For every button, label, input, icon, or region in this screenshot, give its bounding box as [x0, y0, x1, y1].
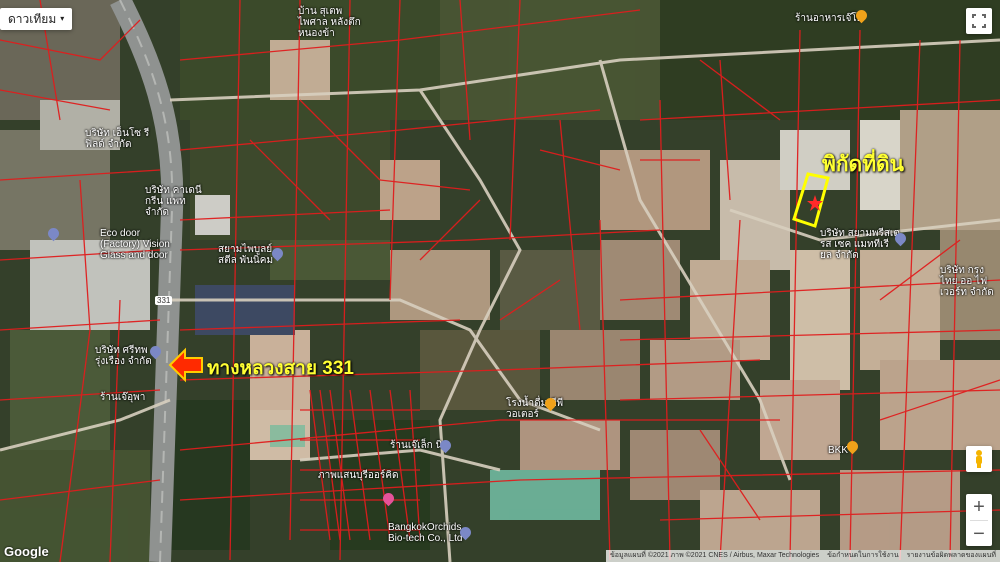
poi-krungthai[interactable]: บริษัท กรุงไทย ออ ไฟเวอร์ท จำกัด	[940, 265, 1000, 298]
poi-restaurant-jo[interactable]: ร้านอาหารเจ๊โอ	[795, 13, 863, 24]
poi-ban-suthep[interactable]: บ้าน สุเตพ ไพศาล หลังตึกหนองข้า	[298, 6, 368, 39]
poi-saenburi-orchid[interactable]: ภาพแสนบุรีออร์คิด	[318, 470, 398, 481]
zoom-in-button[interactable]: +	[966, 494, 992, 520]
map-attribution: ข้อมูลแผนที่ ©2021 ภาพ ©2021 CNES / Airb…	[606, 550, 1000, 562]
street-view-pegman-button[interactable]	[966, 446, 992, 472]
poi-bangkok-orchids[interactable]: BangkokOrchids Bio-tech Co., Ltd	[388, 522, 468, 544]
attribution-data: ข้อมูลแผนที่ ©2021 ภาพ ©2021 CNES / Airb…	[610, 552, 820, 559]
satellite-map[interactable]	[0, 0, 1000, 562]
google-logo[interactable]: Google	[4, 544, 49, 559]
pegman-icon	[976, 450, 982, 468]
poi-pp-water[interactable]: โรงน้ำดื่ม พีพีวอเตอร์	[506, 398, 566, 420]
zoom-control: + −	[966, 494, 992, 546]
map-type-selector[interactable]: ดาวเทียม ▾	[0, 8, 73, 30]
fullscreen-icon	[972, 14, 986, 28]
poi-eco-door[interactable]: Eco door (Factory) Vision Glass and door	[100, 228, 170, 261]
map-type-label: ดาวเทียม	[8, 12, 57, 26]
highway-shield: 331	[155, 296, 173, 305]
poi-bkk[interactable]: BKK	[828, 445, 848, 456]
poi-cadeni[interactable]: บริษัท คาเดนี กรีน แพท จำกัด	[145, 185, 205, 218]
report-error-link[interactable]: รายงานข้อผิดพลาดของแผนที่	[907, 550, 996, 562]
poi-enzo[interactable]: บริษัท เอ็นโซ รีฟิลด์ จำกัด	[85, 128, 155, 150]
fullscreen-button[interactable]	[966, 8, 992, 34]
poi-siam-prestress[interactable]: บริษัท สยามพรีสเตรส เซค แมททีเรียล จำกัด	[820, 228, 900, 261]
land-location-label: พิกัดที่ดิน	[822, 153, 905, 176]
poi-jue-upa[interactable]: ร้านเจ๊อุพา	[100, 392, 145, 403]
terms-link[interactable]: ข้อกำหนดในการใช้งาน	[827, 550, 899, 562]
zoom-out-button[interactable]: −	[966, 521, 992, 547]
dropdown-caret-icon: ▾	[60, 14, 65, 23]
highway-label: ทางหลวงสาย 331	[207, 358, 354, 379]
poi-sritep[interactable]: บริษัท ศรีทพ รุ่งเรือง จำกัด	[95, 345, 155, 367]
